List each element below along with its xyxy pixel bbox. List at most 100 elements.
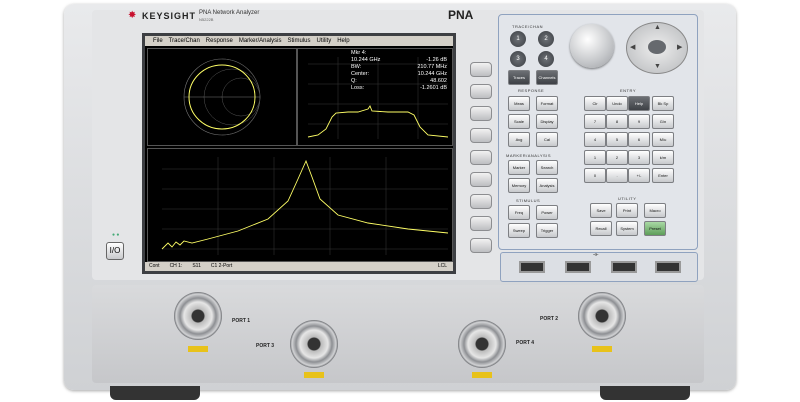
system-button[interactable]: System [616,221,638,236]
macro-button[interactable]: Macro [644,203,666,218]
resonance-trace-window[interactable] [147,148,453,262]
analysis-button[interactable]: Analysis [536,178,558,193]
meas-button[interactable]: Meas [508,96,530,111]
key-0[interactable]: 0 [584,168,606,183]
model-number: N5222B [199,17,214,22]
arrow-right-icon[interactable]: ▶ [677,43,682,51]
softkey-2[interactable] [470,84,492,99]
smith-chart-window[interactable] [147,48,297,146]
usb-port-4[interactable] [655,261,681,273]
key-2[interactable]: 2 [606,150,628,165]
softkey-9[interactable] [470,238,492,253]
key-6[interactable]: 6 [628,132,650,147]
section-utility: UTILITY [618,196,637,201]
display-screen[interactable]: File Trace/Chan Response Marker/Analysis… [142,33,456,274]
preset-button[interactable]: Preset [644,221,666,236]
usb-port-bar: ⟛ [500,252,698,282]
undo-button[interactable]: Undo [606,96,628,111]
key-mega-micro[interactable]: M/u [652,132,674,147]
softkey-7[interactable] [470,194,492,209]
save-button[interactable]: Save [590,203,612,218]
key-plus-minus[interactable]: +/- [628,168,650,183]
usb-port-3[interactable] [611,261,637,273]
help-button[interactable]: Help [628,96,650,111]
menu-help[interactable]: Help [337,36,349,46]
menu-stimulus[interactable]: Stimulus [288,36,311,46]
menu-response[interactable]: Response [206,36,233,46]
key-5[interactable]: 5 [606,132,628,147]
menu-trace-chan[interactable]: Trace/Chan [169,36,200,46]
nav-center-button[interactable] [648,40,666,54]
marker-readout: Mkr 4: 10.244 GHz -1.26 dB BW: 210.77 MHz … [351,50,447,92]
readout-row: Mkr 4: [351,50,367,56]
port-2-connector[interactable] [578,292,626,340]
smith-chart [183,58,261,136]
arrow-down-icon[interactable]: ▼ [654,63,661,70]
key-1[interactable]: 1 [584,150,606,165]
trigger-button[interactable]: Trigger [536,223,558,238]
softkey-1[interactable] [470,62,492,77]
port-4-label: PORT 4 [516,340,535,346]
port-4-connector[interactable] [458,320,506,368]
key-decimal[interactable]: . [606,168,628,183]
traces-button[interactable]: Traces [508,70,530,85]
model-label: PNA [448,8,474,22]
softkey-3[interactable] [470,106,492,121]
usb-port-1[interactable] [519,261,545,273]
product-name: PNA Network Analyzer [199,10,260,16]
warning-label-icon [304,372,324,378]
usb-port-2[interactable] [565,261,591,273]
display-button[interactable]: Display [536,114,558,129]
power-button[interactable]: Power [536,205,558,220]
warning-label-icon [592,346,612,352]
marker-button[interactable]: Marker [508,160,530,175]
enter-button[interactable]: Enter [652,168,674,183]
trace-key-3[interactable]: 3 [510,51,526,67]
avg-button[interactable]: Avg [508,132,530,147]
recall-button[interactable]: Recall [590,221,612,236]
key-8[interactable]: 8 [606,114,628,129]
right-foot [600,386,690,400]
key-kilo-milli[interactable]: k/m [652,150,674,165]
print-button[interactable]: Print [616,203,638,218]
trace-key-2[interactable]: 2 [538,31,554,47]
left-foot [110,386,200,400]
softkey-8[interactable] [470,216,492,231]
key-9[interactable]: 9 [628,114,650,129]
key-4[interactable]: 4 [584,132,606,147]
trace-key-4[interactable]: 4 [538,51,554,67]
softkey-5[interactable] [470,150,492,165]
softkey-4[interactable] [470,128,492,143]
channels-button[interactable]: Channels [536,70,558,85]
port-1-connector[interactable] [174,292,222,340]
key-3[interactable]: 3 [628,150,650,165]
sweep-button[interactable]: Sweep [508,223,530,238]
scale-button[interactable]: Scale [508,114,530,129]
key-7[interactable]: 7 [584,114,606,129]
menu-utility[interactable]: Utility [317,36,332,46]
softkey-column [470,62,492,260]
clear-button[interactable]: Clr [584,96,606,111]
arrow-up-icon[interactable]: ▲ [654,24,661,31]
trace-key-1[interactable]: 1 [510,31,526,47]
port-3-connector[interactable] [290,320,338,368]
menu-file[interactable]: File [153,36,163,46]
cal-button[interactable]: Cal [536,132,558,147]
backspace-button[interactable]: Bk Sp [652,96,674,111]
readout-row: Q: 48.602 [351,78,447,84]
rotary-knob[interactable] [570,24,614,68]
readout-row: Center: 10.244 GHz [351,71,447,77]
softkey-6[interactable] [470,172,492,187]
menu-marker-analysis[interactable]: Marker/Analysis [239,36,282,46]
power-button[interactable]: I/O [106,242,124,260]
arrow-left-icon[interactable]: ◀ [630,43,635,51]
brand-name: KEYSIGHT [142,11,197,21]
format-button[interactable]: Format [536,96,558,111]
freq-button[interactable]: Freq [508,205,530,220]
navigation-pad[interactable]: ▲ ▼ ◀ ▶ [626,22,688,74]
memory-button[interactable]: Memory [508,178,530,193]
search-button[interactable]: Search [536,160,558,175]
key-giga-nano[interactable]: G/n [652,114,674,129]
section-trace-chan: TRACE/CHAN [512,24,544,29]
keysight-logo-icon: ✸ [128,10,137,21]
